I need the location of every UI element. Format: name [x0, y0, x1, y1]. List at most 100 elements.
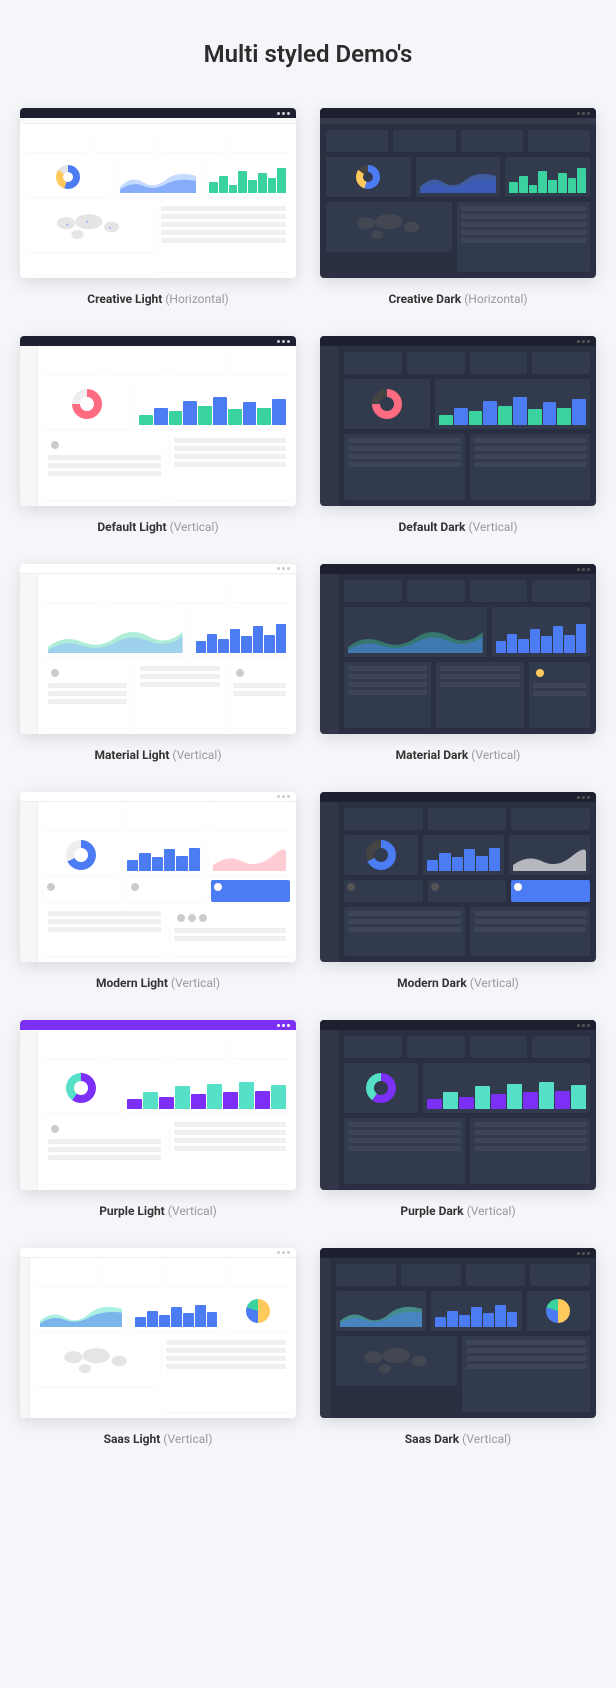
- stat-card: [232, 580, 290, 602]
- stat-card: [528, 130, 590, 152]
- data-table: [344, 662, 431, 728]
- stat-card: [401, 1264, 461, 1286]
- user-card-accent: [211, 880, 290, 902]
- demo-caption: Default Dark (Vertical): [398, 520, 517, 534]
- feed: [229, 662, 291, 728]
- demo-modern-dark[interactable]: Modern Dark (Vertical): [320, 792, 596, 990]
- stat-card: [344, 580, 402, 602]
- feed: [529, 662, 591, 728]
- status-table: [470, 434, 591, 500]
- data-table: [44, 662, 131, 728]
- user-card: [428, 880, 507, 902]
- thumbnail: [320, 792, 596, 962]
- stat-card: [170, 352, 228, 374]
- demo-material-dark[interactable]: Material Dark (Vertical): [320, 564, 596, 762]
- demo-default-dark[interactable]: Default Dark (Vertical): [320, 336, 596, 534]
- demo-purple-dark[interactable]: Purple Dark (Vertical): [320, 1020, 596, 1218]
- bar-chart: [123, 835, 204, 875]
- area-chart: [44, 607, 187, 657]
- donut-chart: [344, 1063, 418, 1113]
- stat-card: [44, 808, 123, 830]
- demo-default-light[interactable]: Default Light (Vertical): [20, 336, 296, 534]
- stat-card: [470, 352, 528, 374]
- world-map: [336, 1336, 457, 1386]
- sidebar-nav: [20, 346, 38, 506]
- demo-creative-light[interactable]: Creative Light (Horizontal): [20, 108, 296, 306]
- stat-card: [211, 808, 290, 830]
- stat-card: [170, 1036, 228, 1058]
- demo-saas-dark[interactable]: Saas Dark (Vertical): [320, 1248, 596, 1446]
- gauge-chart: [44, 379, 130, 429]
- donut-chart: [26, 157, 111, 197]
- window-topbar: [20, 108, 296, 118]
- demo-modern-light[interactable]: Modern Light (Vertical): [20, 792, 296, 990]
- stat-card: [461, 130, 523, 152]
- data-table: [157, 202, 291, 272]
- bar-chart: [505, 157, 590, 197]
- stat-card: [532, 1036, 590, 1058]
- thumbnail: [20, 564, 296, 734]
- thumbnail: [320, 336, 596, 506]
- data-table: [344, 907, 465, 956]
- demo-caption: Creative Dark (Horizontal): [388, 292, 527, 306]
- demo-caption: Modern Dark (Vertical): [397, 976, 519, 990]
- bar-chart: [205, 157, 290, 197]
- pie-chart: [227, 1291, 291, 1331]
- data-table: [44, 434, 165, 500]
- bar-chart: [135, 379, 290, 429]
- bar-chart: [131, 1291, 221, 1331]
- data-table: [44, 907, 165, 956]
- list: [170, 1118, 291, 1184]
- demo-saas-light[interactable]: Saas Light (Vertical): [20, 1248, 296, 1446]
- demo-caption: Material Light (Vertical): [95, 748, 222, 762]
- stat-card: [36, 1264, 96, 1286]
- sidebar-nav: [320, 1258, 330, 1418]
- stat-card: [44, 1036, 102, 1058]
- sidebar-nav: [320, 574, 338, 734]
- demo-purple-light[interactable]: Purple Light (Vertical): [20, 1020, 296, 1218]
- demo-caption: Purple Light (Vertical): [99, 1204, 217, 1218]
- sidebar-nav: [20, 574, 38, 734]
- world-map: [326, 202, 452, 252]
- area-chart: [209, 835, 290, 875]
- window-topbar: [320, 108, 596, 118]
- sidebar-nav: [320, 802, 338, 962]
- window-topbar: [320, 1248, 596, 1258]
- sidebar-nav: [20, 1258, 30, 1418]
- window-topbar: [20, 792, 296, 802]
- demo-caption: Purple Dark (Vertical): [400, 1204, 515, 1218]
- window-topbar: [20, 564, 296, 574]
- list: [470, 1118, 591, 1184]
- stat-card: [326, 130, 388, 152]
- sidebar-nav: [320, 346, 338, 506]
- thumbnail: [320, 1248, 596, 1418]
- demo-caption: Saas Dark (Vertical): [405, 1432, 511, 1446]
- window-topbar: [20, 1248, 296, 1258]
- thumbnail: [320, 108, 596, 278]
- thumbnail: [320, 1020, 596, 1190]
- stat-card: [170, 580, 228, 602]
- demo-creative-dark[interactable]: Creative Dark (Horizontal): [320, 108, 596, 306]
- donut-chart: [326, 157, 411, 197]
- stat-card: [107, 352, 165, 374]
- stat-card: [344, 352, 402, 374]
- stat-card: [232, 1036, 290, 1058]
- stat-card: [228, 130, 290, 152]
- window-topbar: [320, 564, 596, 574]
- user-card: [44, 880, 123, 902]
- area-chart: [36, 1291, 126, 1331]
- stat-card: [26, 130, 88, 152]
- stat-card: [44, 580, 102, 602]
- stat-card: [407, 580, 465, 602]
- demo-material-light[interactable]: Material Light (Vertical): [20, 564, 296, 762]
- demo-caption: Creative Light (Horizontal): [87, 292, 228, 306]
- area-chart: [344, 607, 487, 657]
- demo-caption: Material Dark (Vertical): [396, 748, 521, 762]
- thumbnail: [20, 1020, 296, 1190]
- team-list: [170, 907, 291, 956]
- bar-chart: [492, 607, 590, 657]
- donut-chart: [344, 835, 418, 875]
- thumbnail: [20, 1248, 296, 1418]
- stat-card: [532, 352, 590, 374]
- thumbnail: [20, 336, 296, 506]
